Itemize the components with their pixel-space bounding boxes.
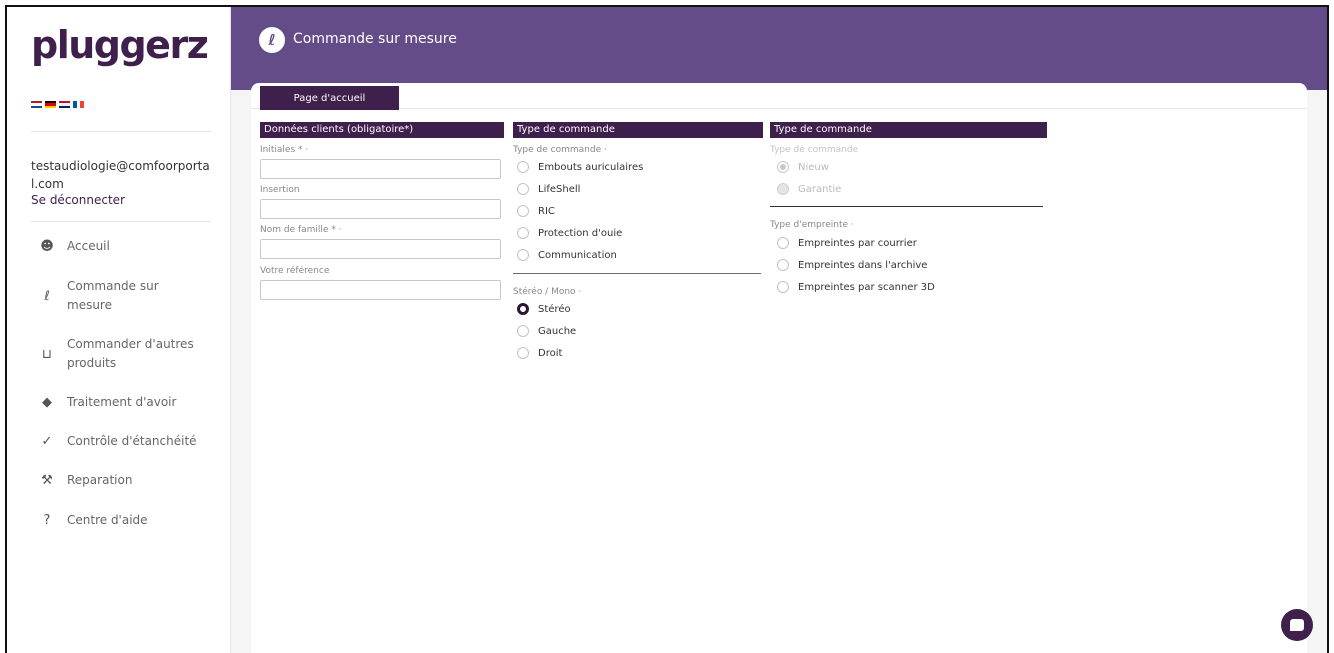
divider <box>770 206 1043 207</box>
radio-circle[interactable] <box>517 227 529 239</box>
sidebar-item-centre-aide[interactable]: ? Centre d'aide <box>37 511 148 530</box>
tab-bar: Page d'accueil <box>251 83 1307 110</box>
insertion-label: Insertion <box>260 185 300 195</box>
radio-label: Empreintes dans l'archive <box>798 259 928 271</box>
sidebar-item-traitement-avoir[interactable]: ◆ Traitement d'avoir <box>37 393 176 412</box>
help-icon: ? <box>43 513 51 528</box>
radio-droit[interactable]: Droit <box>517 347 562 359</box>
chat-button[interactable] <box>1281 609 1313 641</box>
sidebar-item-controle-etancheite[interactable]: ✓ Contrôle d'étanchéité <box>37 432 197 451</box>
radio-circle[interactable] <box>777 237 789 249</box>
initiales-input[interactable] <box>260 159 501 179</box>
radio-gauche[interactable]: Gauche <box>517 325 576 337</box>
radio-circle[interactable] <box>777 281 789 293</box>
radio-label: Garantie <box>798 183 842 195</box>
sidebar-item-acceuil[interactable]: ☻ Acceuil <box>37 237 110 256</box>
sidebar-item-label: Centre d'aide <box>67 513 148 527</box>
radio-nieuw[interactable]: Nieuw <box>777 161 829 173</box>
ear-icon: ℓ <box>259 27 285 53</box>
radio-label: Empreintes par courrier <box>798 237 917 249</box>
page-title: Commande sur mesure <box>293 31 457 47</box>
radio-label: Nieuw <box>798 161 829 173</box>
cart-icon: ⊔ <box>41 346 53 362</box>
radio-label: LifeShell <box>538 183 581 195</box>
radio-ric[interactable]: RIC <box>517 205 555 217</box>
section-header-type-commande: Type de commande <box>513 122 763 138</box>
nom-famille-label: Nom de famille * · <box>260 225 342 235</box>
sidebar: pluggerz testaudiologie@comfoorportal.co… <box>7 7 231 653</box>
user-icon: ☻ <box>40 239 54 254</box>
ear-icon: ℓ <box>44 288 50 304</box>
sidebar-item-label: Reparation <box>67 473 133 487</box>
divider <box>31 131 211 132</box>
radio-label: Droit <box>538 347 563 359</box>
section-header-type-commande-2: Type de commande <box>770 122 1047 138</box>
sidebar-item-label: Contrôle d'étanchéité <box>67 434 197 448</box>
radio-circle[interactable] <box>777 259 789 271</box>
sidebar-item-label: Commande sur mesure <box>67 279 159 312</box>
radio-empreintes-courrier[interactable]: Empreintes par courrier <box>777 237 917 249</box>
check-circle-icon: ✓ <box>41 434 53 449</box>
initiales-label: Initiales * · <box>260 145 309 155</box>
sidebar-item-label: Commander d'autres produits <box>67 337 194 370</box>
chat-icon <box>1290 619 1304 631</box>
radio-label: Stéréo <box>538 303 571 315</box>
radio-empreintes-archive[interactable]: Empreintes dans l'archive <box>777 259 927 271</box>
tag-icon: ◆ <box>42 395 52 410</box>
sidebar-item-label: Traitement d'avoir <box>67 395 177 409</box>
tab-page-accueil[interactable]: Page d'accueil <box>260 86 399 110</box>
logout-link[interactable]: Se déconnecter <box>31 193 125 207</box>
language-switcher <box>31 101 85 108</box>
radio-label: RIC <box>538 205 555 217</box>
logo: pluggerz <box>31 23 209 67</box>
radio-stereo[interactable]: Stéréo <box>517 303 571 315</box>
radio-garantie[interactable]: Garantie <box>777 183 841 195</box>
radio-label: Embouts auriculaires <box>538 161 644 173</box>
radio-label: Empreintes par scanner 3D <box>798 281 935 293</box>
type-commande-2-label: Type de commande <box>770 145 859 155</box>
divider <box>31 221 211 222</box>
radio-circle[interactable] <box>517 347 529 359</box>
radio-circle-disabled-selected[interactable] <box>777 161 789 173</box>
sidebar-item-reparation[interactable]: ⚒ Reparation <box>37 471 132 490</box>
content-card: Page d'accueil Données clients (obligato… <box>251 83 1307 653</box>
radio-label: Gauche <box>538 325 577 337</box>
radio-circle[interactable] <box>517 161 529 173</box>
stereo-mono-label: Stéréo / Mono · <box>513 287 582 297</box>
insertion-input[interactable] <box>260 199 501 219</box>
app-frame: pluggerz testaudiologie@comfoorportal.co… <box>5 5 1329 653</box>
page-header: ℓ Commande sur mesure <box>231 7 1327 90</box>
radio-circle[interactable] <box>517 183 529 195</box>
section-header-clients: Données clients (obligatoire*) <box>260 122 504 138</box>
radio-circle[interactable] <box>517 205 529 217</box>
votre-reference-input[interactable] <box>260 280 501 300</box>
radio-protection-ouie[interactable]: Protection d'ouie <box>517 227 622 239</box>
divider <box>513 273 761 274</box>
flag-nl-icon[interactable] <box>31 101 42 108</box>
radio-circle-selected[interactable] <box>517 303 529 315</box>
radio-lifeshell[interactable]: LifeShell <box>517 183 580 195</box>
flag-en-icon[interactable] <box>59 101 70 108</box>
wrench-icon: ⚒ <box>41 473 53 488</box>
votre-reference-label: Votre référence <box>260 266 330 276</box>
flag-fr-icon[interactable] <box>73 101 85 108</box>
radio-circle[interactable] <box>517 249 529 261</box>
radio-circle[interactable] <box>517 325 529 337</box>
sidebar-item-label: Acceuil <box>67 239 110 253</box>
sidebar-item-commande-sur-mesure[interactable]: ℓ Commande sur mesure <box>37 277 177 315</box>
flag-de-icon[interactable] <box>45 101 56 108</box>
radio-embouts-auriculaires[interactable]: Embouts auriculaires <box>517 161 643 173</box>
type-commande-label: Type de commande · <box>513 145 607 155</box>
radio-circle-disabled[interactable] <box>777 183 789 195</box>
radio-label: Protection d'ouie <box>538 227 623 239</box>
radio-empreintes-scanner[interactable]: Empreintes par scanner 3D <box>777 281 935 293</box>
radio-label: Communication <box>538 249 617 261</box>
nom-famille-input[interactable] <box>260 239 501 259</box>
radio-communication[interactable]: Communication <box>517 249 617 261</box>
type-empreinte-label: Type d'empreinte · <box>770 220 854 230</box>
sidebar-item-commander-autres-produits[interactable]: ⊔ Commander d'autres produits <box>37 335 197 373</box>
user-email: testaudiologie@comfoorportal.com <box>31 159 210 191</box>
